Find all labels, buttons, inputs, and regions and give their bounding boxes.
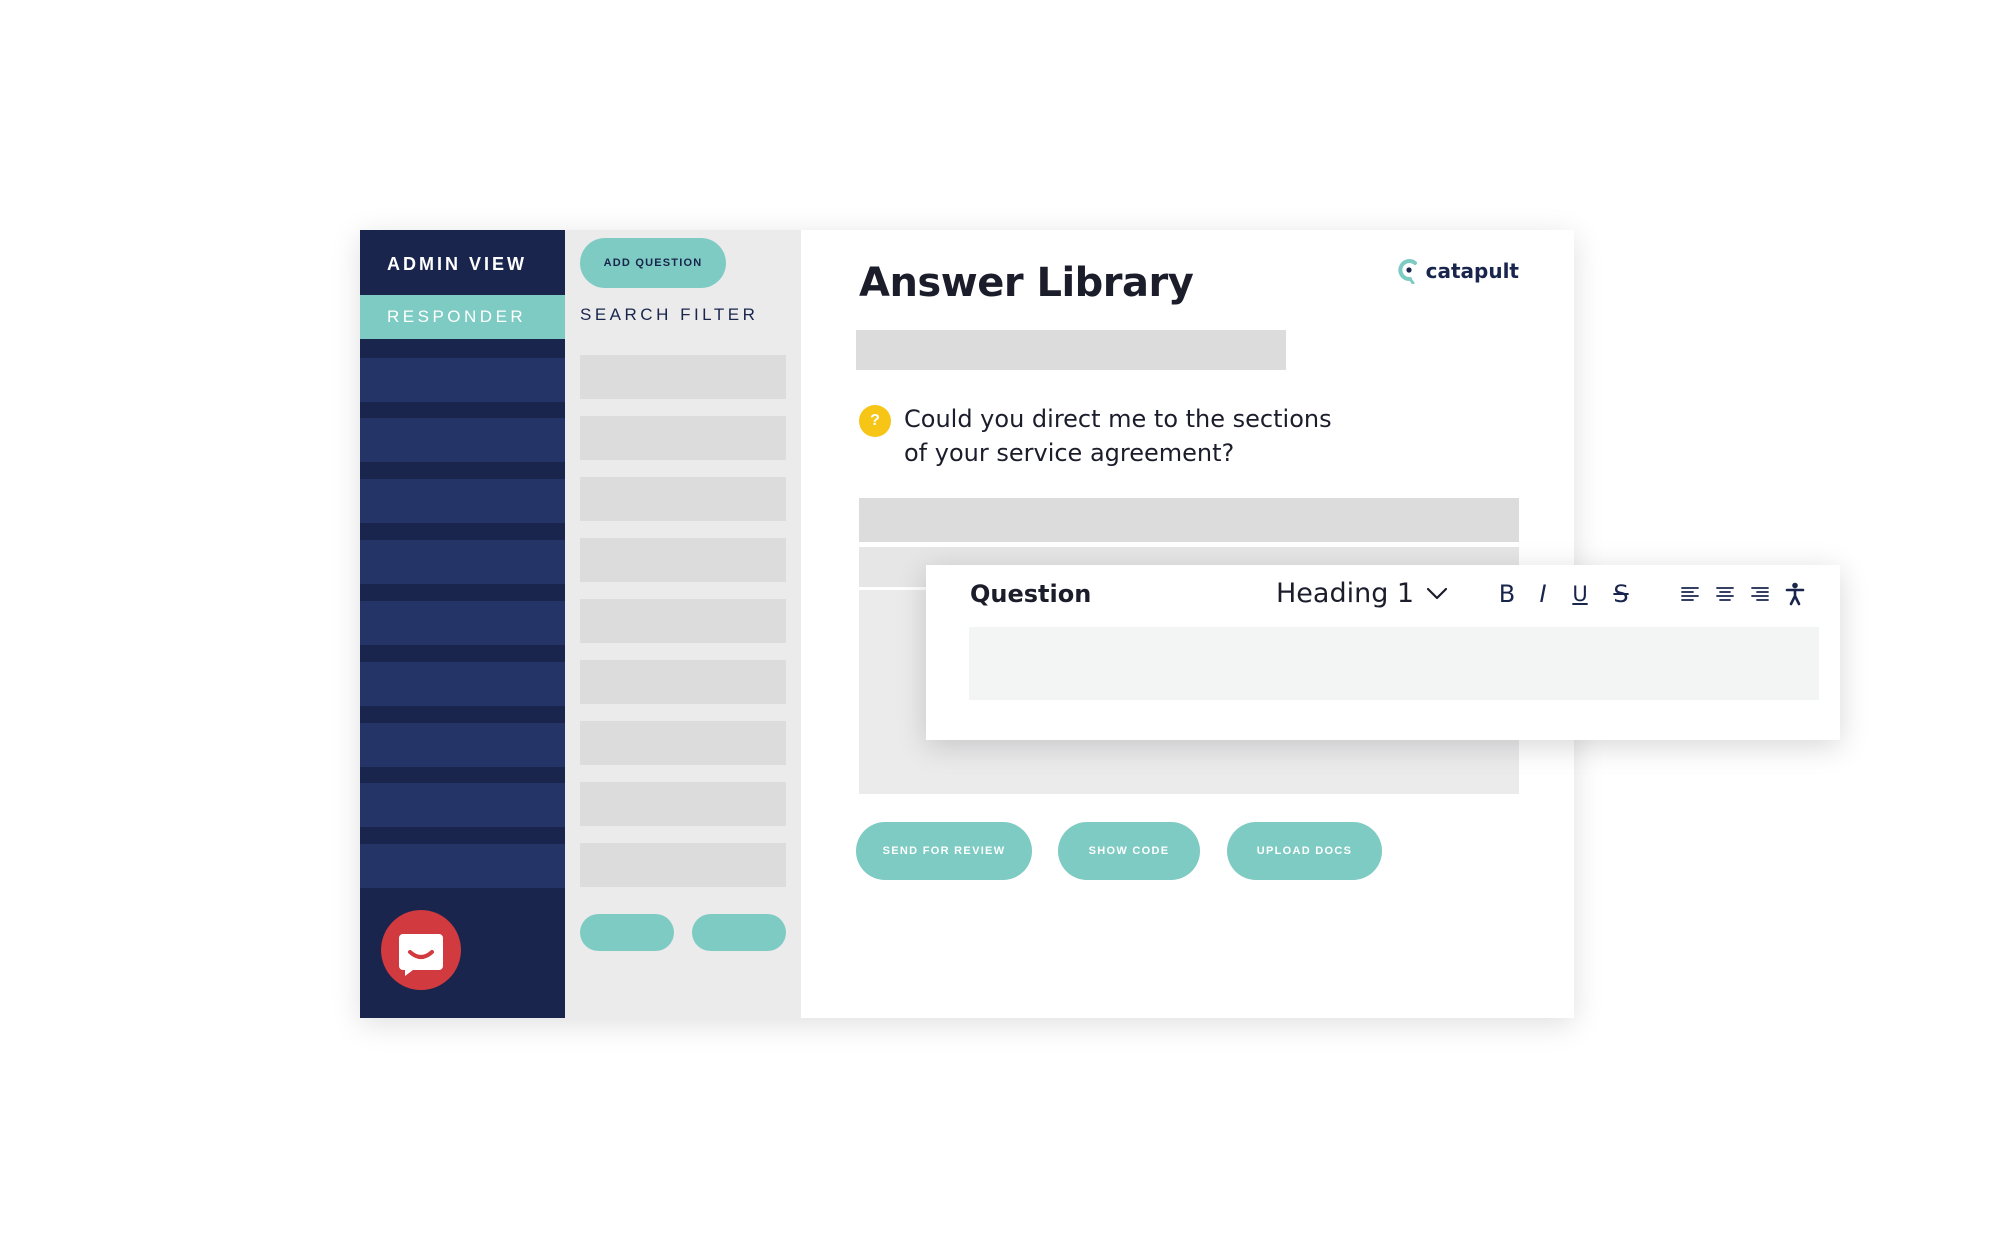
align-center-icon[interactable] — [1711, 579, 1739, 609]
italic-button[interactable]: I — [1529, 579, 1557, 609]
question-badge: ? — [859, 405, 891, 437]
filter-item[interactable] — [580, 721, 786, 765]
sidebar-item[interactable] — [360, 418, 565, 462]
sidebar: ADMIN VIEW RESPONDER — [360, 230, 565, 1018]
sidebar-item[interactable] — [360, 601, 565, 645]
brand-logo: catapult — [1397, 258, 1519, 284]
page-title: Answer Library — [859, 260, 1194, 306]
search-filter-label: SEARCH FILTER — [580, 305, 759, 324]
sidebar-item[interactable] — [360, 844, 565, 888]
sidebar-item[interactable] — [360, 662, 565, 706]
question-line: Could you direct me to the sections — [904, 405, 1332, 433]
editor-label: Question — [970, 580, 1092, 608]
sidebar-item[interactable] — [360, 358, 565, 402]
accessibility-icon[interactable] — [1781, 579, 1809, 609]
add-question-button[interactable]: ADD QUESTION — [580, 238, 726, 288]
show-code-button[interactable]: SHOW CODE — [1058, 822, 1200, 880]
filter-item[interactable] — [580, 660, 786, 704]
filter-item[interactable] — [580, 416, 786, 460]
sidebar-item[interactable] — [360, 723, 565, 767]
filter-item[interactable] — [580, 599, 786, 643]
question-line: of your service agreement? — [904, 439, 1235, 467]
upload-docs-button[interactable]: UPLOAD DOCS — [1227, 822, 1382, 880]
filter-item[interactable] — [580, 843, 786, 887]
catapult-logo-icon — [1397, 259, 1417, 284]
heading-style-select[interactable]: Heading 1 — [1276, 578, 1448, 609]
align-right-icon[interactable] — [1746, 579, 1774, 609]
filter-item[interactable] — [580, 477, 786, 521]
tab-responder-label: RESPONDER — [387, 307, 527, 326]
editor-card: Question Heading 1 B I U S — [926, 565, 1840, 740]
strikethrough-button[interactable]: S — [1607, 579, 1635, 609]
question-text: Could you direct me to the sections of y… — [904, 402, 1424, 470]
editor-text-area[interactable] — [969, 627, 1819, 700]
filter-pill-button[interactable] — [580, 914, 674, 951]
filter-pill-button[interactable] — [692, 914, 786, 951]
answer-header — [859, 498, 1519, 542]
stage: ADMIN VIEW RESPONDER ADD QUESTION SEARCH… — [0, 0, 2000, 1240]
heading-style-value: Heading 1 — [1276, 578, 1415, 609]
filter-panel: ADD QUESTION SEARCH FILTER — [565, 230, 801, 1018]
align-left-icon[interactable] — [1676, 579, 1704, 609]
filter-item[interactable] — [580, 782, 786, 826]
filter-item[interactable] — [580, 355, 786, 399]
chevron-down-icon — [1427, 587, 1448, 599]
bold-button[interactable]: B — [1493, 579, 1521, 609]
brand-name: catapult — [1425, 259, 1519, 283]
tab-responder[interactable]: RESPONDER — [360, 295, 565, 339]
sidebar-item[interactable] — [360, 783, 565, 827]
underline-button[interactable]: U — [1566, 579, 1594, 609]
sidebar-item[interactable] — [360, 479, 565, 523]
admin-view-title: ADMIN VIEW — [387, 254, 527, 274]
filter-item[interactable] — [580, 538, 786, 582]
smile-chat-icon[interactable] — [381, 910, 461, 990]
send-for-review-button[interactable]: SEND FOR REVIEW — [856, 822, 1032, 880]
search-input[interactable] — [856, 330, 1286, 370]
sidebar-item[interactable] — [360, 540, 565, 584]
